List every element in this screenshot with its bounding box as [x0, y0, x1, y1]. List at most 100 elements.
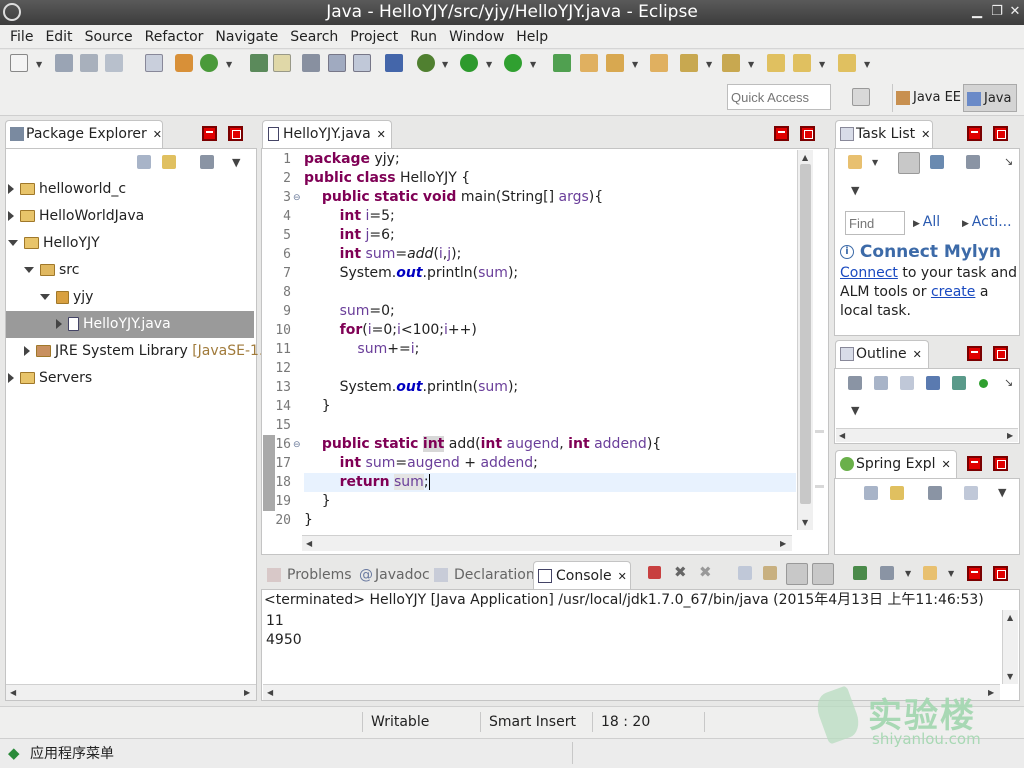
expand-icon[interactable] [8, 211, 14, 221]
fold-icon[interactable]: ⊖ [293, 193, 301, 203]
menu-help[interactable]: Help [510, 25, 554, 49]
view-menu-icon[interactable]: ▼ [998, 486, 1006, 499]
hide-static-icon[interactable] [952, 376, 966, 390]
hide-nonpublic-icon[interactable] [979, 379, 988, 388]
next-annotation-icon[interactable] [680, 54, 698, 72]
terminate-icon[interactable] [648, 566, 661, 579]
tree-item-src[interactable]: src [8, 257, 278, 284]
scroll-down-icon[interactable]: ▼ [802, 518, 808, 527]
package-explorer-hscroll[interactable]: ◀ ▶ [6, 684, 256, 700]
spring-explorer-tab[interactable]: Spring Expl ✕ [835, 450, 957, 478]
minimize-editor-icon[interactable] [774, 126, 789, 141]
perspective-java-ee[interactable]: Java EE [892, 84, 961, 112]
outline-tab[interactable]: Outline ✕ [835, 340, 929, 368]
vscroll-thumb[interactable] [800, 164, 811, 504]
scroll-left-icon[interactable]: ◀ [839, 431, 845, 440]
open-task-icon[interactable] [650, 54, 668, 72]
outline-hscroll[interactable]: ◀ ▶ [836, 428, 1018, 442]
task-list-tab[interactable]: Task List ✕ [835, 120, 933, 148]
remove-launch-icon[interactable]: ✖ [674, 563, 687, 581]
minimize-panel-icon[interactable] [967, 346, 982, 361]
show-stdout-icon[interactable] [786, 563, 808, 585]
open-type-icon[interactable] [553, 54, 571, 72]
collapse-all-icon[interactable] [864, 486, 878, 500]
forward-dropdown-icon[interactable]: ▼ [864, 60, 870, 69]
tree-item-jre-library[interactable]: JRE System Library [JavaSE-1.7] [8, 338, 278, 365]
tree-item-yjy[interactable]: yjy [8, 284, 278, 311]
minimize-panel-icon[interactable] [967, 566, 982, 581]
open-console-dropdown-icon[interactable]: ▼ [948, 569, 954, 578]
categorized-icon[interactable] [898, 152, 920, 174]
new-task-dropdown-icon[interactable]: ▼ [872, 158, 878, 167]
tab-console[interactable]: Console ✕ [533, 561, 631, 589]
scroll-left-icon[interactable]: ◀ [306, 539, 312, 548]
debug-icon[interactable] [417, 54, 435, 72]
sort-icon[interactable] [964, 486, 978, 500]
tab-declaration[interactable]: Declaration [432, 561, 535, 589]
forward-icon[interactable] [838, 54, 856, 72]
last-edit-icon[interactable] [767, 54, 785, 72]
collapse-icon[interactable] [8, 240, 18, 246]
restore-window-icon[interactable]: ❐ [988, 2, 1006, 22]
tree-item-helloworld-c[interactable]: helloworld_c [8, 176, 278, 203]
application-menu[interactable]: ◆ 应用程序菜单 [8, 742, 114, 765]
minimize-panel-icon[interactable] [967, 456, 982, 471]
maximize-panel-icon[interactable] [993, 456, 1008, 471]
menu-search[interactable]: Search [284, 25, 344, 49]
sort-icon[interactable] [900, 376, 914, 390]
show-stderr-icon[interactable] [812, 563, 834, 585]
maximize-panel-icon[interactable] [993, 566, 1008, 581]
new-dropdown-icon[interactable]: ▼ [36, 60, 42, 69]
console-output[interactable]: 11 4950 [266, 612, 302, 650]
scroll-right-icon[interactable]: ▶ [1007, 431, 1013, 440]
menu-source[interactable]: Source [79, 25, 139, 49]
next-annotation-dropdown-icon[interactable]: ▼ [706, 60, 712, 69]
maximize-panel-icon[interactable] [228, 126, 243, 141]
maximize-panel-icon[interactable] [993, 126, 1008, 141]
refresh-dropdown-icon[interactable]: ▼ [226, 60, 232, 69]
tab-problems[interactable]: Problems [265, 561, 352, 589]
display-console-dropdown-icon[interactable]: ▼ [905, 569, 911, 578]
prev-annotation-icon[interactable] [722, 54, 740, 72]
minimize-panel-icon[interactable] [202, 126, 217, 141]
maximize-panel-icon[interactable] [993, 346, 1008, 361]
menu-navigate[interactable]: Navigate [209, 25, 284, 49]
close-tab-icon[interactable]: ✕ [921, 128, 930, 141]
display-console-icon[interactable] [880, 566, 894, 580]
create-link[interactable]: create [931, 284, 975, 300]
close-tab-icon[interactable]: ✕ [377, 128, 386, 141]
menu-file[interactable]: File [4, 25, 39, 49]
print-icon[interactable] [105, 54, 123, 72]
quick-access-input[interactable] [727, 84, 831, 110]
menu-project[interactable]: Project [344, 25, 404, 49]
wand-icon[interactable] [606, 54, 624, 72]
open-folder-icon[interactable] [580, 54, 598, 72]
toggle-icon[interactable] [302, 54, 320, 72]
focus-icon[interactable] [848, 376, 862, 390]
fold-icon[interactable]: ⊖ [293, 440, 301, 450]
run-external-dropdown-icon[interactable]: ▼ [530, 60, 536, 69]
focus-icon[interactable] [200, 155, 214, 169]
expand-icon[interactable] [8, 184, 14, 194]
scroll-up-icon[interactable]: ▲ [802, 153, 808, 162]
minimize-panel-icon[interactable] [967, 126, 982, 141]
scroll-down-icon[interactable]: ▼ [1007, 672, 1013, 681]
binary-icon[interactable] [145, 54, 163, 72]
expand-icon[interactable] [24, 346, 30, 356]
link-editor-icon[interactable] [162, 155, 176, 169]
collapse-all-icon[interactable] [137, 155, 151, 169]
package-explorer-tab[interactable]: Package Explorer ✕ [5, 120, 163, 148]
menu-run[interactable]: Run [404, 25, 443, 49]
close-tab-icon[interactable]: ✕ [153, 128, 162, 141]
view-menu-icon[interactable]: ▼ [232, 156, 240, 169]
run-icon[interactable] [460, 54, 478, 72]
editor-tab-helloyjy[interactable]: HelloYJY.java ✕ [262, 120, 392, 148]
menu-refactor[interactable]: Refactor [139, 25, 210, 49]
scroll-right-icon[interactable]: ▶ [244, 688, 250, 697]
tree-item-helloyjy[interactable]: HelloYJY [8, 230, 278, 257]
prev-annotation-dropdown-icon[interactable]: ▼ [748, 60, 754, 69]
debug-dropdown-icon[interactable]: ▼ [442, 60, 448, 69]
filter-activate-link[interactable]: ▶ Acti... [962, 214, 1012, 230]
view-menu-icon[interactable]: ▼ [851, 184, 859, 197]
scroll-lock-icon[interactable] [763, 566, 777, 580]
